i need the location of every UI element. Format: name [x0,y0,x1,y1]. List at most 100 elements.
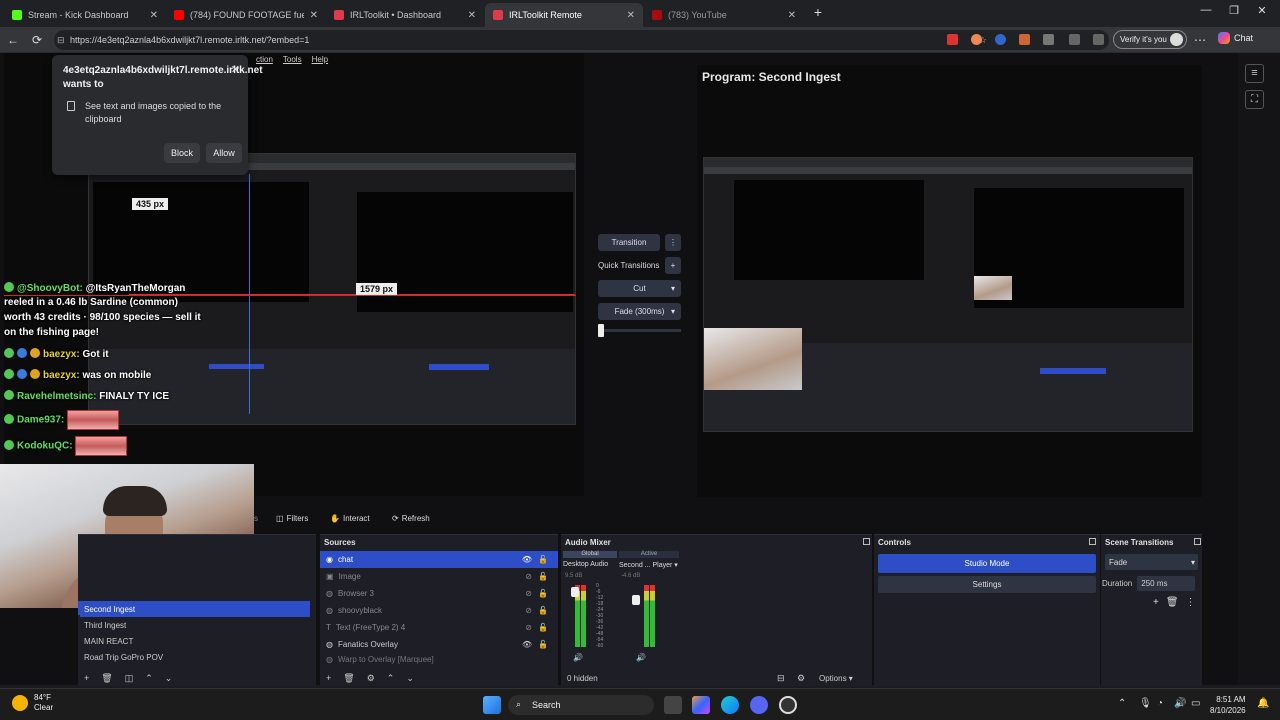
mute-icon[interactable]: 🔊 [573,653,583,662]
scene-item[interactable]: Road Trip GoPro POV [80,649,310,665]
active-tab[interactable]: Active [619,551,679,558]
extension-icon[interactable] [947,34,958,45]
eye-hidden-icon[interactable]: ⊘ [525,606,532,615]
verify-button[interactable]: Verify it's you [1113,30,1187,49]
down-icon[interactable]: ⌄ [165,673,173,684]
tab-irltoolkit-dashboard[interactable]: IRLToolkit • Dashboard ✕ [326,3,484,27]
t-bar-slider[interactable] [598,329,681,332]
menu-icon[interactable]: ≡ [1245,64,1264,83]
refresh-button[interactable]: ⟳ Refresh [392,510,430,527]
add-icon[interactable]: + [84,673,89,683]
source-item[interactable]: ◉ chat 👁 🔓 [320,551,558,568]
studio-mode-button[interactable]: Studio Mode [878,554,1096,573]
close-icon[interactable]: ✕ [310,10,318,21]
tab-irltoolkit-remote[interactable]: IRLToolkit Remote ✕ [485,3,643,27]
clock[interactable]: 8:51 AM 8/10/2026 [1210,694,1246,716]
download-icon[interactable] [1019,34,1030,45]
menu-item-help[interactable]: Help [312,55,328,64]
lock-icon[interactable]: 🔓 [538,572,548,581]
tab-youtube-video[interactable]: (784) FOUND FOOTAGE fuels deca ✕ [166,3,326,27]
up-icon[interactable]: ⌃ [145,673,153,684]
trash-icon[interactable]: 🗑 [101,673,112,684]
transition-menu-icon[interactable]: ⋮ [665,234,681,251]
hide-icon[interactable]: ⊟ [777,673,785,684]
lock-icon[interactable]: 🔓 [538,589,548,598]
eye-hidden-icon[interactable]: ⊘ [525,623,532,632]
allow-button[interactable]: Allow [206,143,242,163]
add-icon[interactable]: + [326,673,331,683]
transition-button[interactable]: Transition [598,234,660,251]
menu-item[interactable]: ction [256,55,273,64]
popout-icon[interactable] [1194,538,1201,545]
source-item[interactable]: ◍ Browser 3 ⊘ 🔓 [320,585,558,602]
fullscreen-icon[interactable]: ⛶ [1245,90,1264,109]
trash-icon[interactable]: 🗑 [1166,597,1179,608]
minimize-icon[interactable]: — [1196,4,1216,16]
chevron-down-icon[interactable]: ▾ [674,562,678,569]
scene-item[interactable]: MAIN REACT [80,633,310,649]
close-icon[interactable]: ✕ [231,63,240,76]
favorites-icon[interactable] [1093,34,1104,45]
block-button[interactable]: Block [164,143,200,163]
filters-button[interactable]: ◫ Filters [276,510,308,527]
volume-fader[interactable] [632,595,640,605]
mic-icon[interactable]: 🎙 [1139,698,1152,709]
lock-icon[interactable]: 🔓 [538,555,548,564]
extensions-icon[interactable] [1043,34,1054,45]
source-item[interactable]: ◍ Fanatics Overlay 👁 🔓 [320,636,558,653]
source-item[interactable]: ◍ shoovyblack ⊘ 🔓 [320,602,558,619]
lock-icon[interactable]: 🔓 [538,640,548,649]
eye-hidden-icon[interactable]: ⊘ [525,589,532,598]
obs-icon[interactable] [779,696,797,714]
gear-icon[interactable]: ⚙ [367,673,375,684]
volume-icon[interactable]: 🔊 [1174,698,1186,709]
lock-icon[interactable]: 🔓 [538,623,548,632]
taskbar-search[interactable]: ⌕ Search [508,695,654,715]
scene-item[interactable]: Second Ingest [80,601,310,617]
tab-kick[interactable]: Stream - Kick Dashboard ✕ [4,3,166,27]
reload-icon[interactable]: ⟳ [29,32,45,48]
weather-widget[interactable]: 84°F Clear [12,693,53,713]
wifi-icon[interactable]: ◔ [1157,698,1163,709]
copilot-icon[interactable] [692,696,710,714]
eye-icon[interactable]: 👁 [522,640,532,649]
add-transition-icon[interactable]: + [665,257,681,274]
down-icon[interactable]: ⌄ [406,673,414,684]
tab-youtube[interactable]: (783) YouTube ✕ [644,3,804,27]
new-tab-button[interactable]: + [808,4,828,20]
back-icon[interactable]: ← [5,32,21,48]
filter-icon[interactable]: ◫ [125,673,134,684]
close-icon[interactable]: ✕ [788,10,796,21]
popout-icon[interactable] [863,538,870,545]
more-icon[interactable]: ⋯ [1192,32,1208,48]
lock-icon[interactable]: 🔓 [538,606,548,615]
up-icon[interactable]: ⌃ [387,673,395,684]
t-bar-handle[interactable] [598,324,604,337]
extension-icon[interactable] [995,34,1006,45]
source-item[interactable]: ◍ Warp to Overlay [Marquee] [320,653,558,665]
split-screen-icon[interactable] [1069,34,1080,45]
eye-icon[interactable]: 👁 [522,555,532,564]
popout-icon[interactable] [1089,538,1096,545]
mute-icon[interactable]: 🔊 [636,653,646,662]
duration-input[interactable]: 250 ms [1137,576,1196,591]
volume-fader[interactable] [571,587,579,597]
eye-hidden-icon[interactable]: ⊘ [525,572,532,581]
maximize-icon[interactable]: ❐ [1224,4,1244,17]
settings-icon[interactable]: ⚙ [797,673,805,684]
settings-button[interactable]: Settings [878,576,1096,593]
transition-select[interactable]: Fade ▾ [1105,554,1198,570]
notification-icon[interactable]: 🔔 [1257,698,1269,709]
fade-button[interactable]: Fade (300ms) ▾ [598,303,681,320]
discord-icon[interactable] [750,696,768,714]
copilot-chat-button[interactable]: Chat [1218,32,1253,44]
site-info-icon[interactable]: ⊟ [57,35,65,46]
source-item[interactable]: ▣ Image ⊘ 🔓 [320,568,558,585]
trash-icon[interactable]: 🗑 [343,673,354,684]
extension-icon[interactable] [971,34,982,45]
windows-start-icon[interactable] [483,696,501,714]
close-icon[interactable]: ✕ [150,10,158,21]
add-icon[interactable]: + [1153,597,1159,608]
close-icon[interactable]: ✕ [468,10,476,21]
close-icon[interactable]: ✕ [627,10,635,21]
